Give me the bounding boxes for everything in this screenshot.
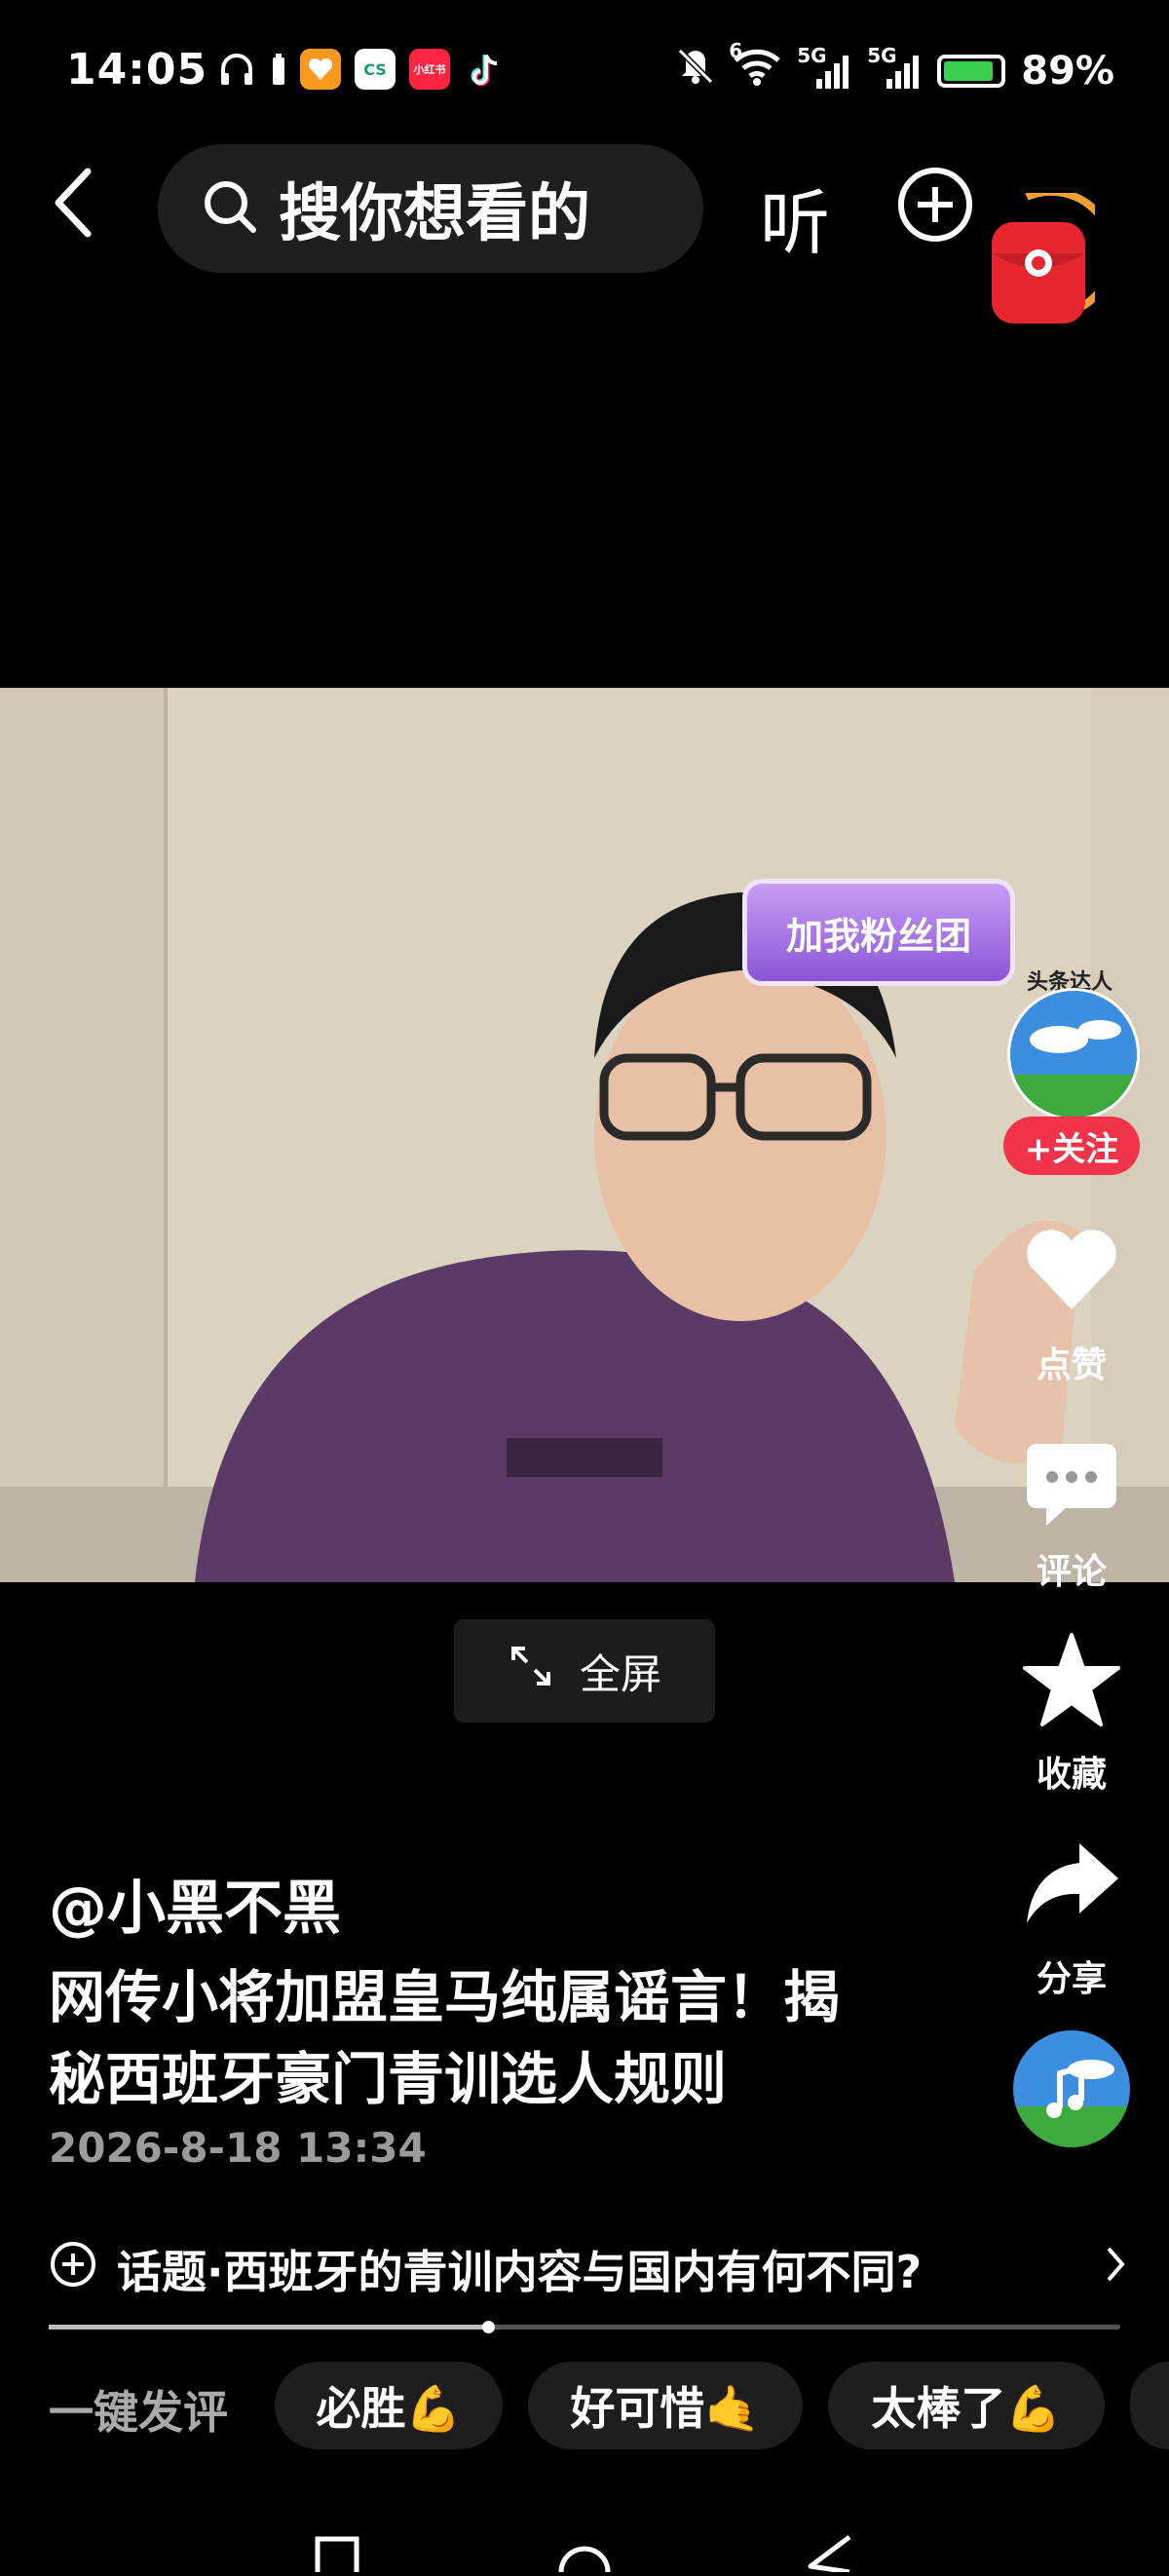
chevron-right-icon (1101, 2243, 1130, 2296)
author-name[interactable]: @小黑不黑 (49, 1861, 341, 1946)
quick-comment-chip[interactable]: 必胜💪 (275, 2362, 503, 2449)
video-frame-image (0, 688, 1169, 1582)
favorite-star-icon[interactable] (1021, 1631, 1122, 1732)
post-title: 网传小将加盟皇马纯属谣言！揭 秘西班牙豪门青训选人规则 (49, 1956, 925, 2120)
battery-icon (937, 55, 1006, 88)
quick-comment-chip[interactable]: 好可惜🤙 (528, 2362, 803, 2449)
comment-label: 评论 (1036, 1552, 1107, 1592)
expand-icon (508, 1643, 554, 1699)
heart-app-icon (300, 49, 341, 90)
battery-saver-icon (271, 49, 286, 90)
recents-square-icon[interactable] (312, 2533, 362, 2576)
status-right: 6 5G 5G 89% (674, 41, 1114, 97)
fullscreen-button[interactable]: 全屏 (454, 1619, 715, 1723)
topic-row[interactable]: 话题·西班牙的青训内容与国内有何不同? (49, 2237, 1130, 2301)
share-arrow-icon[interactable] (1023, 1839, 1120, 1931)
tiktok-icon (464, 49, 505, 90)
like-label: 点赞 (1036, 1345, 1107, 1385)
status-app-icons: CS 小红书 (216, 49, 505, 90)
signal-5g-icon-2: 5G (867, 46, 922, 91)
quick-comment-chip[interactable]: 太棒了💪 (828, 2362, 1105, 2449)
progress-handle[interactable] (482, 2321, 495, 2333)
quick-comment-label: 一键发评 (49, 2386, 228, 2439)
headphones-icon (216, 49, 257, 90)
signal-5g-icon-1: 5G (797, 46, 851, 91)
battery-percent: 89% (1021, 49, 1114, 94)
quick-comment-chip-partial[interactable] (1130, 2362, 1169, 2449)
music-disc-icon[interactable] (1013, 2030, 1130, 2147)
share-label: 分享 (1036, 1959, 1107, 1999)
status-time: 14:05 (66, 45, 208, 95)
mute-icon (674, 45, 717, 97)
cs-app-icon: CS (355, 49, 396, 90)
red-envelope-icon[interactable] (988, 187, 1117, 329)
post-date: 2026-8-18 13:34 (49, 2124, 427, 2172)
post-title-line1: 网传小将加盟皇马纯属谣言！揭 (49, 1964, 841, 2030)
progress-filled (49, 2325, 488, 2330)
like-icon[interactable] (1023, 1226, 1120, 1317)
video-player[interactable]: 加我粉丝团 (0, 688, 1169, 1582)
fullscreen-label: 全屏 (579, 1649, 661, 1698)
add-button[interactable] (896, 166, 974, 244)
video-progress-bar[interactable] (49, 2321, 1120, 2333)
fan-club-badge[interactable]: 加我粉丝团 (742, 879, 1015, 986)
comment-icon[interactable] (1025, 1438, 1118, 1535)
search-placeholder: 搜你想看的 (279, 178, 590, 250)
topic-plus-icon (49, 2240, 97, 2299)
listen-button[interactable]: 听 (760, 166, 830, 268)
favorite-label: 收藏 (1036, 1755, 1107, 1795)
wifi-icon: 6 (729, 41, 781, 95)
post-title-line2: 秘西班牙豪门青训选人规则 (49, 2046, 728, 2112)
system-nav-bar (0, 2533, 1169, 2575)
author-avatar[interactable] (1007, 988, 1140, 1120)
back-triangle-icon[interactable] (805, 2533, 855, 2576)
search-icon (201, 177, 259, 240)
back-button[interactable] (47, 164, 105, 242)
search-box[interactable]: 搜你想看的 (158, 144, 703, 273)
follow-button[interactable]: +关注 (1003, 1117, 1140, 1175)
xiaohongshu-icon: 小红书 (409, 49, 450, 90)
topic-text: 话题·西班牙的青训内容与国内有何不同? (117, 2246, 923, 2298)
wifi-6-label: 6 (729, 39, 743, 62)
home-circle-icon[interactable] (557, 2533, 612, 2576)
